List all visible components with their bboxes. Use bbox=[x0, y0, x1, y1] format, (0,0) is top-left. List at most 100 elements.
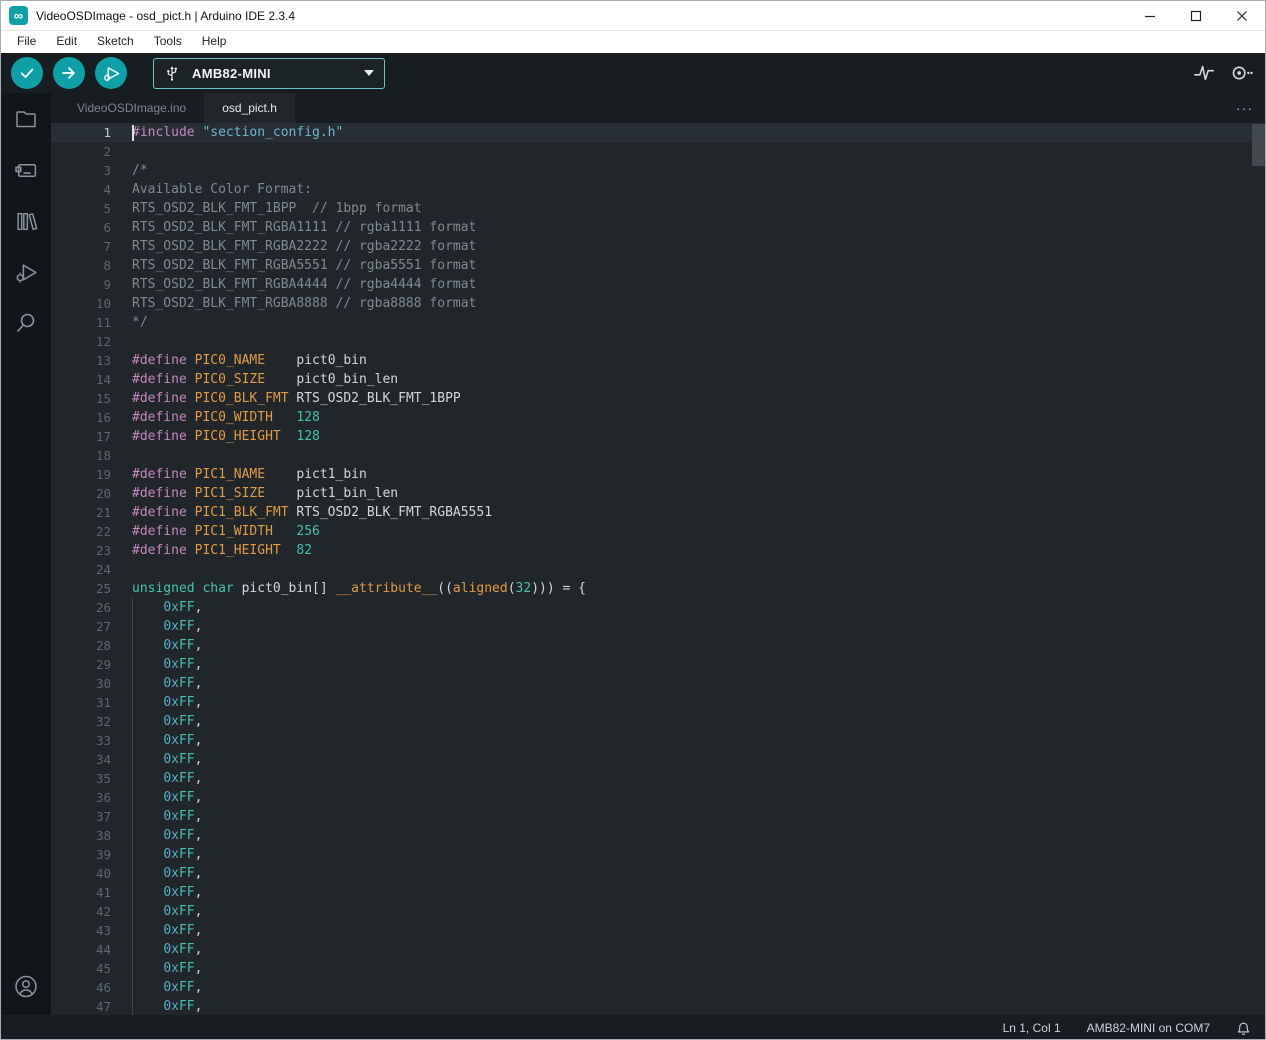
code-line[interactable]: 7RTS_OSD2_BLK_FMT_RGBA2222 // rgba2222 f… bbox=[51, 237, 1265, 256]
code-line[interactable]: 33 0xFF, bbox=[51, 731, 1265, 750]
line-content: 0xFF, bbox=[132, 921, 202, 940]
code-line[interactable]: 10RTS_OSD2_BLK_FMT_RGBA8888 // rgba8888 … bbox=[51, 294, 1265, 313]
line-content: RTS_OSD2_BLK_FMT_RGBA8888 // rgba8888 fo… bbox=[132, 294, 476, 313]
code-line[interactable]: 23#define PIC1_HEIGHT 82 bbox=[51, 541, 1265, 560]
debug-tab[interactable] bbox=[13, 259, 39, 285]
line-content: 0xFF, bbox=[132, 997, 202, 1015]
upload-button[interactable] bbox=[53, 57, 85, 89]
close-button[interactable] bbox=[1219, 1, 1265, 31]
library-manager-tab[interactable] bbox=[13, 208, 39, 234]
line-content: */ bbox=[132, 313, 148, 332]
menu-edit[interactable]: Edit bbox=[46, 32, 87, 52]
code-line[interactable]: 31 0xFF, bbox=[51, 693, 1265, 712]
serial-plotter-button[interactable] bbox=[1193, 62, 1215, 84]
code-line[interactable]: 45 0xFF, bbox=[51, 959, 1265, 978]
verify-button[interactable] bbox=[11, 57, 43, 89]
titlebar: ∞ VideoOSDImage - osd_pict.h | Arduino I… bbox=[1, 1, 1265, 31]
account-button[interactable] bbox=[13, 973, 39, 999]
minimize-button[interactable] bbox=[1127, 1, 1173, 31]
code-line[interactable]: 39 0xFF, bbox=[51, 845, 1265, 864]
code-line[interactable]: 32 0xFF, bbox=[51, 712, 1265, 731]
cursor-position[interactable]: Ln 1, Col 1 bbox=[1003, 1021, 1061, 1035]
code-line[interactable]: 47 0xFF, bbox=[51, 997, 1265, 1015]
line-content: 0xFF, bbox=[132, 883, 202, 902]
code-line[interactable]: 46 0xFF, bbox=[51, 978, 1265, 997]
code-line[interactable]: 37 0xFF, bbox=[51, 807, 1265, 826]
code-line[interactable]: 20#define PIC1_SIZE pict1_bin_len bbox=[51, 484, 1265, 503]
code-line[interactable]: 28 0xFF, bbox=[51, 636, 1265, 655]
chevron-down-icon bbox=[364, 70, 374, 76]
line-content: #define PIC1_NAME pict1_bin bbox=[132, 465, 367, 484]
code-line[interactable]: 13#define PIC0_NAME pict0_bin bbox=[51, 351, 1265, 370]
search-tab[interactable] bbox=[13, 310, 39, 336]
line-number: 20 bbox=[51, 484, 111, 503]
boards-manager-tab[interactable] bbox=[13, 157, 39, 183]
code-line[interactable]: 12 bbox=[51, 332, 1265, 351]
code-line[interactable]: 2 bbox=[51, 142, 1265, 161]
line-number: 8 bbox=[51, 256, 111, 275]
code-line[interactable]: 9RTS_OSD2_BLK_FMT_RGBA4444 // rgba4444 f… bbox=[51, 275, 1265, 294]
code-line[interactable]: 17#define PIC0_HEIGHT 128 bbox=[51, 427, 1265, 446]
code-line[interactable]: 42 0xFF, bbox=[51, 902, 1265, 921]
code-line[interactable]: 11*/ bbox=[51, 313, 1265, 332]
arduino-ide-window: ∞ VideoOSDImage - osd_pict.h | Arduino I… bbox=[0, 0, 1266, 1040]
tab-osd-pict-h[interactable]: osd_pict.h bbox=[204, 93, 295, 123]
maximize-button[interactable] bbox=[1173, 1, 1219, 31]
board-selector[interactable]: AMB82-MINI bbox=[153, 58, 385, 89]
code-line[interactable]: 3/* bbox=[51, 161, 1265, 180]
code-line[interactable]: 21#define PIC1_BLK_FMT RTS_OSD2_BLK_FMT_… bbox=[51, 503, 1265, 522]
code-line[interactable]: 44 0xFF, bbox=[51, 940, 1265, 959]
code-line[interactable]: 35 0xFF, bbox=[51, 769, 1265, 788]
code-line[interactable]: 34 0xFF, bbox=[51, 750, 1265, 769]
code-line[interactable]: 1#include "section_config.h" bbox=[51, 123, 1265, 142]
line-number: 44 bbox=[51, 940, 111, 959]
code-line[interactable]: 16#define PIC0_WIDTH 128 bbox=[51, 408, 1265, 427]
tab-overflow-menu[interactable]: ··· bbox=[1236, 93, 1253, 123]
line-content: 0xFF, bbox=[132, 598, 202, 617]
serial-monitor-button[interactable] bbox=[1229, 62, 1253, 84]
code-line[interactable]: 26 0xFF, bbox=[51, 598, 1265, 617]
vertical-scrollbar[interactable] bbox=[1252, 124, 1265, 166]
debug-button[interactable] bbox=[95, 57, 127, 89]
code-line[interactable]: 38 0xFF, bbox=[51, 826, 1265, 845]
code-line[interactable]: 41 0xFF, bbox=[51, 883, 1265, 902]
code-line[interactable]: 27 0xFF, bbox=[51, 617, 1265, 636]
notifications-bell-icon[interactable] bbox=[1236, 1021, 1251, 1036]
board-port-status[interactable]: AMB82-MINI on COM7 bbox=[1087, 1021, 1210, 1035]
editor-column: VideoOSDImage.ino osd_pict.h ··· 1#inclu… bbox=[51, 93, 1265, 1015]
code-line[interactable]: 43 0xFF, bbox=[51, 921, 1265, 940]
code-line[interactable]: 19#define PIC1_NAME pict1_bin bbox=[51, 465, 1265, 484]
menubar: File Edit Sketch Tools Help bbox=[1, 31, 1265, 53]
code-line[interactable]: 14#define PIC0_SIZE pict0_bin_len bbox=[51, 370, 1265, 389]
code-line[interactable]: 15#define PIC0_BLK_FMT RTS_OSD2_BLK_FMT_… bbox=[51, 389, 1265, 408]
line-number: 1 bbox=[51, 123, 111, 142]
code-line[interactable]: 29 0xFF, bbox=[51, 655, 1265, 674]
code-line[interactable]: 8 RTS_OSD2_BLK_FMT_RGBA5551 // rgba5551 f… bbox=[51, 256, 1265, 275]
menu-file[interactable]: File bbox=[7, 32, 46, 52]
person-icon bbox=[13, 973, 39, 1000]
line-number: 25 bbox=[51, 579, 111, 598]
code-line[interactable]: 4 Available Color Format: bbox=[51, 180, 1265, 199]
line-content: RTS_OSD2_BLK_FMT_1BPP // 1bpp format bbox=[132, 199, 422, 218]
sketchbook-tab[interactable] bbox=[13, 106, 39, 132]
code-line[interactable]: 18 bbox=[51, 446, 1265, 465]
code-line[interactable]: 24 bbox=[51, 560, 1265, 579]
line-content: Available Color Format: bbox=[132, 180, 312, 199]
line-content: 0xFF, bbox=[132, 864, 202, 883]
line-number: 4 bbox=[51, 180, 111, 199]
tab-videoosdimage-ino[interactable]: VideoOSDImage.ino bbox=[59, 93, 204, 123]
code-line[interactable]: 5RTS_OSD2_BLK_FMT_1BPP // 1bpp format bbox=[51, 199, 1265, 218]
line-number: 18 bbox=[51, 446, 111, 465]
menu-help[interactable]: Help bbox=[192, 32, 237, 52]
code-line[interactable]: 40 0xFF, bbox=[51, 864, 1265, 883]
code-line[interactable]: 6RTS_OSD2_BLK_FMT_RGBA1111 // rgba1111 f… bbox=[51, 218, 1265, 237]
code-line[interactable]: 25unsigned char pict0_bin[] __attribute_… bbox=[51, 579, 1265, 598]
code-line[interactable]: 30 0xFF, bbox=[51, 674, 1265, 693]
code-line[interactable]: 22#define PIC1_WIDTH 256 bbox=[51, 522, 1265, 541]
line-content: RTS_OSD2_BLK_FMT_RGBA4444 // rgba4444 fo… bbox=[132, 275, 476, 294]
code-line[interactable]: 36 0xFF, bbox=[51, 788, 1265, 807]
menu-sketch[interactable]: Sketch bbox=[87, 32, 144, 52]
line-number: 12 bbox=[51, 332, 111, 351]
line-content: RTS_OSD2_BLK_FMT_RGBA5551 // rgba5551 fo… bbox=[132, 256, 476, 275]
menu-tools[interactable]: Tools bbox=[144, 32, 192, 52]
